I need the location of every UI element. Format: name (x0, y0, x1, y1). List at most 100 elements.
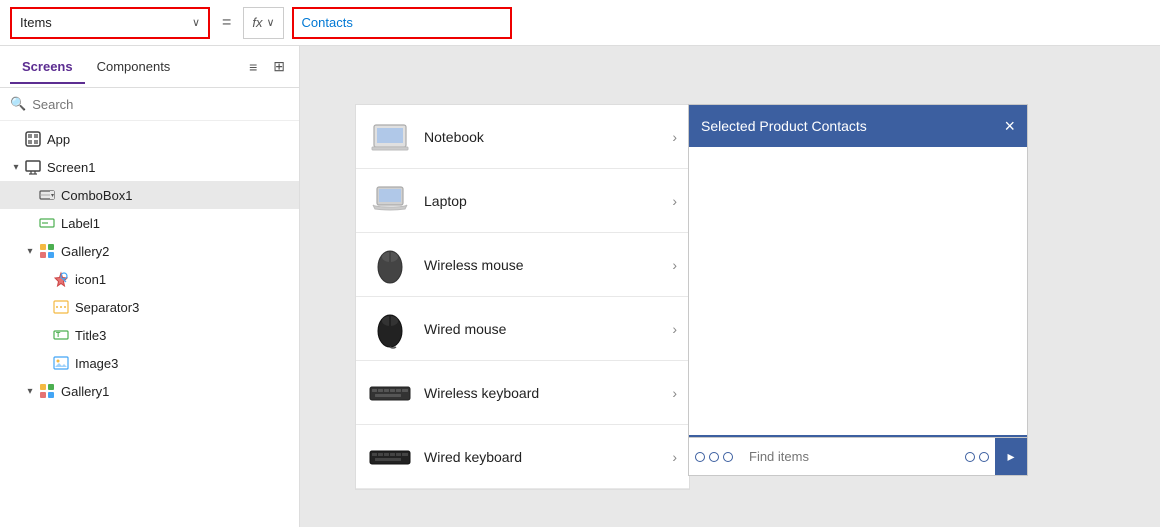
tree-item-separator3-label: Separator3 (75, 300, 139, 315)
title-icon: T (52, 326, 70, 344)
gallery2-expand[interactable]: ▾ (24, 245, 36, 257)
gallery-item-wkeyboard[interactable]: Wireless keyboard › (356, 361, 689, 425)
find-bar: ▸ (688, 438, 1028, 476)
find-input[interactable] (739, 445, 959, 468)
fx-chevron: ∨ (266, 16, 274, 29)
canvas-area: Notebook › Laptop › Wireless mouse › (300, 46, 1160, 527)
wmouse-name: Wireless mouse (424, 257, 672, 273)
wkeyboard-image (368, 371, 412, 415)
formula-input[interactable] (292, 7, 512, 39)
tree-item-label1-label: Label1 (61, 216, 100, 231)
equals-sign: = (218, 14, 235, 32)
search-input[interactable] (32, 97, 289, 112)
items-select[interactable]: Items ∨ (10, 7, 210, 39)
items-select-chevron: ∨ (192, 16, 200, 29)
product-panel-line (689, 435, 1027, 437)
gallery-item-laptop[interactable]: Laptop › (356, 169, 689, 233)
gallery1-icon (38, 382, 56, 400)
wdmouse-chevron: › (672, 321, 677, 337)
product-panel-title: Selected Product Contacts (701, 118, 867, 134)
find-dot-2 (709, 452, 719, 462)
app-expand (10, 133, 22, 145)
wdkeyboard-image (368, 435, 412, 479)
tree-item-title3[interactable]: T Title3 (0, 321, 299, 349)
fx-label: fx (252, 15, 262, 30)
tree-item-app-label: App (47, 132, 70, 147)
tree-item-screen1-label: Screen1 (47, 160, 95, 175)
notebook-image (368, 115, 412, 159)
svg-text:T: T (56, 332, 61, 339)
gallery-icon (38, 242, 56, 260)
main-layout: Screens Components ≡ ⊞ 🔍 App (0, 46, 1160, 527)
find-dot-1 (695, 452, 705, 462)
find-dots (689, 452, 739, 462)
tree-item-title3-label: Title3 (75, 328, 106, 343)
gallery-item-wdmouse[interactable]: Wired mouse › (356, 297, 689, 361)
image3-expand (38, 357, 50, 369)
fx-bar: fx ∨ (243, 7, 283, 39)
list-view-icon[interactable]: ≡ (245, 57, 261, 77)
screen-icon (24, 158, 42, 176)
find-dot-3 (723, 452, 733, 462)
tree-item-image3-label: Image3 (75, 356, 118, 371)
tree-item-gallery1[interactable]: ▾ Gallery1 (0, 377, 299, 405)
tab-icons: ≡ ⊞ (245, 56, 289, 77)
tree-item-screen1[interactable]: ▾ Screen1 (0, 153, 299, 181)
combobox-icon: ▾ (38, 186, 56, 204)
tree-item-gallery2[interactable]: ▾ Gallery2 (0, 237, 299, 265)
product-panel-header: Selected Product Contacts × (689, 105, 1027, 147)
wkeyboard-chevron: › (672, 385, 677, 401)
tree-item-combobox1[interactable]: ▾ ComboBox1 (0, 181, 299, 209)
grid-view-icon[interactable]: ⊞ (269, 56, 289, 77)
separator-icon (52, 298, 70, 316)
tree-item-label1[interactable]: Label1 (0, 209, 299, 237)
top-bar: Items ∨ = fx ∨ (0, 0, 1160, 46)
tree-area: App ▾ Screen1 ▾ ComboBox1 (0, 121, 299, 527)
laptop-name: Laptop (424, 193, 672, 209)
find-dot-right-2 (979, 452, 989, 462)
gallery-item-wdkeyboard[interactable]: Wired keyboard › (356, 425, 689, 489)
notebook-name: Notebook (424, 129, 672, 145)
gallery-list: Notebook › Laptop › Wireless mouse › (355, 104, 690, 490)
find-button[interactable]: ▸ (995, 438, 1027, 475)
product-panel-close-button[interactable]: × (1004, 117, 1015, 135)
product-panel: Selected Product Contacts × (688, 104, 1028, 438)
svg-text:▾: ▾ (51, 193, 54, 199)
notebook-chevron: › (672, 129, 677, 145)
tree-item-icon1-label: icon1 (75, 272, 106, 287)
tree-item-image3[interactable]: Image3 (0, 349, 299, 377)
tree-item-combobox1-label: ComboBox1 (61, 188, 133, 203)
wkeyboard-name: Wireless keyboard (424, 385, 672, 401)
separator3-expand (38, 301, 50, 313)
tree-item-app[interactable]: App (0, 125, 299, 153)
tree-item-separator3[interactable]: Separator3 (0, 293, 299, 321)
screen1-expand[interactable]: ▾ (10, 161, 22, 173)
image-icon (52, 354, 70, 372)
laptop-chevron: › (672, 193, 677, 209)
find-dot-right-1 (965, 452, 975, 462)
laptop-image (368, 179, 412, 223)
wmouse-image (368, 243, 412, 287)
app-icon (24, 130, 42, 148)
search-icon: 🔍 (10, 96, 26, 112)
tree-item-gallery2-label: Gallery2 (61, 244, 109, 259)
gallery-item-notebook[interactable]: Notebook › (356, 105, 689, 169)
left-panel: Screens Components ≡ ⊞ 🔍 App (0, 46, 300, 527)
tree-item-gallery1-label: Gallery1 (61, 384, 109, 399)
product-panel-body (689, 147, 1027, 437)
tab-components[interactable]: Components (85, 49, 183, 84)
wmouse-chevron: › (672, 257, 677, 273)
tabs-row: Screens Components ≡ ⊞ (0, 46, 299, 88)
wdkeyboard-name: Wired keyboard (424, 449, 672, 465)
wdmouse-image (368, 307, 412, 351)
items-select-value: Items (20, 15, 188, 30)
tab-screens[interactable]: Screens (10, 49, 85, 84)
label1-expand (24, 217, 36, 229)
combobox1-expand (24, 189, 36, 201)
gallery-item-wmouse[interactable]: Wireless mouse › (356, 233, 689, 297)
label-icon (38, 214, 56, 232)
wdkeyboard-chevron: › (672, 449, 677, 465)
tree-item-icon1[interactable]: icon1 (0, 265, 299, 293)
search-box: 🔍 (0, 88, 299, 121)
gallery1-expand[interactable]: ▾ (24, 385, 36, 397)
